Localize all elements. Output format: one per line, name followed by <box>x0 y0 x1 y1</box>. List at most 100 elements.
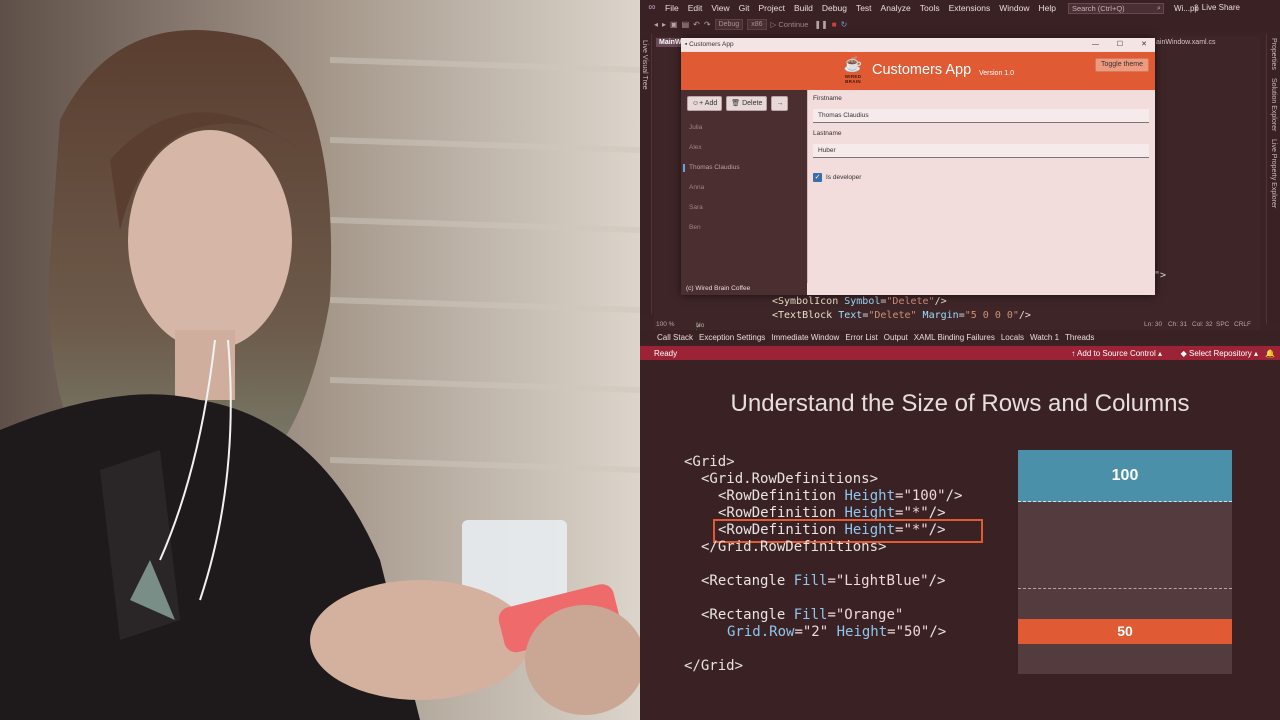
live-share-button[interactable]: ⇪ Live Share <box>1193 3 1240 12</box>
menu-view[interactable]: View <box>711 3 729 13</box>
app-window-title: Customers App <box>689 41 734 48</box>
app-title: Customers App <box>872 62 972 78</box>
code-line-symbolicon: <SymbolIcon Symbol="Delete"/> <box>772 296 947 307</box>
code-tag: <Rectangle <box>701 607 794 623</box>
code-attr: Fill <box>793 607 828 623</box>
list-item-selected[interactable]: Thomas Claudius <box>681 158 807 178</box>
tool-window-tabs: Call Stack Exception Settings Immediate … <box>640 330 1280 344</box>
app-version: Version 1.0 <box>979 70 1015 77</box>
config-select[interactable]: Debug <box>714 18 744 30</box>
pause-icon[interactable]: ❚❚ <box>814 20 827 29</box>
close-icon[interactable]: ✕ <box>1141 38 1147 52</box>
select-repository-button[interactable]: ◆ Select Repository ▴ <box>1181 349 1258 358</box>
live-visual-tree-tab[interactable]: Live Visual Tree <box>641 40 648 90</box>
zoom-level[interactable]: 100 % <box>656 321 674 328</box>
tab-xaml-binding-failures[interactable]: XAML Binding Failures <box>914 333 995 342</box>
delete-label: Delete <box>742 100 763 107</box>
tab-output[interactable]: Output <box>884 333 908 342</box>
minimize-icon[interactable]: — <box>1092 38 1099 52</box>
tab-threads[interactable]: Threads <box>1065 333 1094 342</box>
list-item[interactable]: Alex <box>681 138 807 158</box>
tab-locals[interactable]: Locals <box>1001 333 1024 342</box>
new-file-icon[interactable]: ▣ <box>670 20 678 29</box>
list-item[interactable]: Sara <box>681 198 807 218</box>
code-tag: <Rectangle <box>701 573 794 589</box>
code-value: ="LightBlue" <box>827 573 929 589</box>
properties-tab[interactable]: Properties <box>1270 38 1277 70</box>
menu-bar: ∞ File Edit View Git Project Build Debug… <box>640 0 1280 16</box>
redo-icon[interactable]: ↷ <box>704 20 711 29</box>
is-developer-label: Is developer <box>826 174 862 181</box>
menu-file[interactable]: File <box>665 3 679 13</box>
forward-icon[interactable]: ▸ <box>662 20 666 29</box>
list-item[interactable]: Ben <box>681 218 807 238</box>
menu-test[interactable]: Test <box>856 3 872 13</box>
visual-studio-icon: ∞ <box>648 2 656 13</box>
code-tag: <SymbolIcon <box>772 296 845 307</box>
continue-label: Continue <box>778 19 809 29</box>
slide-title: Understand the Size of Rows and Columns <box>730 390 1190 417</box>
notification-bell-icon[interactable]: 🔔 <box>1265 349 1275 358</box>
tab-error-list[interactable]: Error List <box>845 333 877 342</box>
add-to-source-control-button[interactable]: ↑ Add to Source Control ▴ <box>1071 349 1162 358</box>
menu-edit[interactable]: Edit <box>688 3 703 13</box>
is-developer-checkbox[interactable]: ✓ Is developer <box>813 173 861 182</box>
menu-project[interactable]: Project <box>759 3 785 13</box>
add-button[interactable]: ☺+ Add <box>687 96 723 111</box>
maximize-icon[interactable]: ☐ <box>1117 38 1123 52</box>
coffee-cup-icon: ☕ <box>843 56 863 73</box>
editor-tab-mainwindow-cs[interactable]: ainWindow.xaml.cs <box>1156 38 1216 47</box>
tab-immediate-window[interactable]: Immediate Window <box>771 333 839 342</box>
customer-detail-panel: Firstname Thomas Claudius Lastname Huber… <box>807 90 1155 283</box>
chevron-up-icon: ▴ <box>1155 348 1162 358</box>
column-number: Col: 32 <box>1192 321 1213 328</box>
menu-window[interactable]: Window <box>999 3 1029 13</box>
save-icon[interactable]: ▤ <box>682 20 690 29</box>
firstname-field[interactable]: Thomas Claudius <box>813 109 1149 123</box>
live-share-label: Live Share <box>1201 3 1240 12</box>
undo-icon[interactable]: ↶ <box>693 20 700 29</box>
tab-call-stack[interactable]: Call Stack <box>657 333 693 342</box>
lastname-field[interactable]: Huber <box>813 144 1149 158</box>
add-user-icon: ☺+ <box>692 100 705 107</box>
restart-icon[interactable]: ↻ <box>841 20 848 29</box>
code-value: "Delete" <box>886 296 935 307</box>
menu-tools[interactable]: Tools <box>920 3 940 13</box>
tab-watch-1[interactable]: Watch 1 <box>1030 333 1059 342</box>
continue-button[interactable]: ▷ Continue <box>771 20 809 29</box>
platform-select[interactable]: x86 <box>747 18 767 30</box>
customer-list: Julia Alex Thomas Claudius Anna Sara Ben <box>681 118 807 238</box>
stop-icon[interactable]: ■ <box>832 20 837 29</box>
search-box[interactable]: Search (Ctrl+Q) ⌕ <box>1067 2 1164 14</box>
lastname-label: Lastname <box>813 130 842 137</box>
presenter-photo <box>0 0 640 720</box>
live-property-explorer-tab[interactable]: Live Property Explorer <box>1270 139 1277 208</box>
code-attr: Height <box>828 624 888 640</box>
code-end: /> <box>929 624 947 640</box>
move-panel-button[interactable]: → <box>771 96 789 111</box>
code-value: ="Orange" <box>827 607 904 623</box>
menu-extensions[interactable]: Extensions <box>949 3 991 13</box>
list-item[interactable]: Anna <box>681 178 807 198</box>
logo-text: WIRED BRAIN <box>844 74 862 84</box>
app-body: ☺+ Add 🗑 Delete → Julia Alex Thomas Clau… <box>681 90 1155 295</box>
toggle-theme-button[interactable]: Toggle theme <box>1094 58 1149 72</box>
code-value: ="50" <box>887 624 930 640</box>
delete-button[interactable]: 🗑 Delete <box>726 96 768 111</box>
menu-analyze[interactable]: Analyze <box>881 3 911 13</box>
back-icon[interactable]: ◂ <box>654 20 658 29</box>
code-value: ="2" <box>794 624 829 640</box>
menu-help[interactable]: Help <box>1038 3 1055 13</box>
tab-exception-settings[interactable]: Exception Settings <box>699 333 765 342</box>
search-icon: ⌕ <box>1157 4 1161 12</box>
solution-explorer-tab[interactable]: Solution Explorer <box>1270 78 1277 131</box>
repository-label: Select Repository <box>1189 348 1252 358</box>
menu-git[interactable]: Git <box>739 3 750 13</box>
live-share-icon: ⇪ <box>1192 3 1202 12</box>
menu-debug[interactable]: Debug <box>822 3 847 13</box>
menu-build[interactable]: Build <box>794 3 813 13</box>
grid-diagram: 100 50 <box>1018 450 1232 674</box>
line-number: Ln: 30 <box>1144 321 1163 328</box>
app-footer: (c) Wired Brain Coffee <box>681 283 807 295</box>
list-item[interactable]: Julia <box>681 118 807 138</box>
